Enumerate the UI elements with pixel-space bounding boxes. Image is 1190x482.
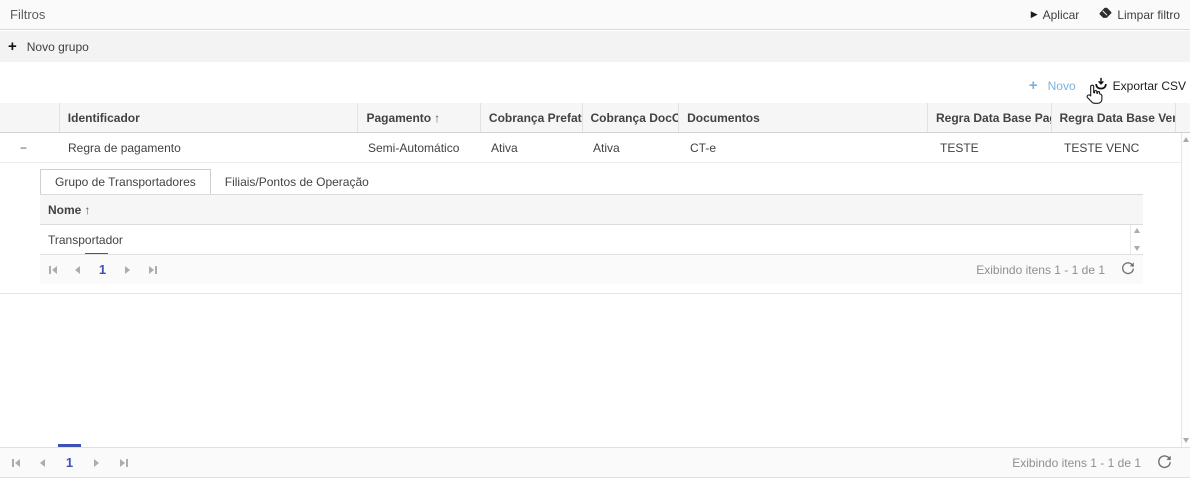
refresh-icon	[1157, 454, 1172, 472]
subgrid-pager: 1 Exibindo itens 1 - 1 de 1	[40, 254, 1143, 284]
payment-rules-grid: Identificador Pagamento↑ Cobrança Prefat…	[0, 103, 1190, 478]
subgrid-vertical-scrollbar[interactable]	[1130, 225, 1143, 254]
new-group-label: Novo grupo	[27, 40, 89, 54]
download-icon	[1094, 77, 1108, 94]
refresh-button[interactable]	[1157, 454, 1172, 472]
cell-documentos: CT-e	[682, 133, 932, 162]
filters-title: Filtros	[10, 7, 45, 22]
grid-pager: 1 Exibindo itens 1 - 1 de 1	[0, 447, 1190, 478]
collapse-row-button[interactable]: −	[0, 133, 60, 162]
cell-pagamento: Semi-Automático	[360, 133, 483, 162]
grid-header-row: Identificador Pagamento↑ Cobrança Prefat…	[0, 103, 1190, 133]
sort-asc-icon: ↑	[434, 111, 440, 125]
cell-cobranca-doccob: Ativa	[585, 133, 682, 162]
tab-filiais-pontos-de-operacao[interactable]: Filiais/Pontos de Operação	[211, 169, 383, 194]
column-header-expand	[0, 103, 60, 132]
sort-asc-icon: ↑	[84, 203, 90, 217]
plus-icon: +	[8, 39, 17, 54]
tab-grupo-de-transportadores[interactable]: Grupo de Transportadores	[40, 169, 211, 194]
column-header-documentos[interactable]: Documentos	[679, 103, 928, 132]
cell-cobranca-prefat: Ativa	[483, 133, 585, 162]
current-page[interactable]: 1	[56, 455, 83, 470]
filter-actions: ▶ Aplicar Limpar filtro	[1031, 7, 1180, 22]
clear-filter-label: Limpar filtro	[1117, 8, 1180, 22]
pager-status: Exibindo itens 1 - 1 de 1	[1012, 456, 1141, 470]
subgrid-body: Transportador	[40, 225, 1143, 254]
refresh-button[interactable]	[1121, 261, 1135, 278]
cell-identificador: Regra de pagamento	[60, 133, 360, 162]
last-page-button[interactable]	[110, 453, 137, 473]
group-band: + Novo grupo	[0, 31, 1190, 62]
tab-label: Filiais/Pontos de Operação	[225, 175, 369, 189]
new-record-label: Novo	[1048, 79, 1076, 93]
table-row[interactable]: − Regra de pagamento Semi-Automático Ati…	[0, 133, 1181, 163]
new-group-button[interactable]: + Novo grupo	[8, 39, 89, 54]
apply-filter-button[interactable]: ▶ Aplicar	[1031, 8, 1080, 22]
export-csv-button[interactable]: Exportar CSV	[1094, 77, 1186, 94]
column-header-regra-data-base-pagamento[interactable]: Regra Data Base Pagamento	[928, 103, 1051, 132]
column-header-regra-data-base-vencimento[interactable]: Regra Data Base Vencimento	[1052, 103, 1176, 132]
grid-vertical-scrollbar[interactable]	[1181, 133, 1190, 447]
next-page-button[interactable]	[115, 260, 140, 280]
column-header-nome[interactable]: Nome↑	[48, 203, 90, 217]
scroll-up-icon[interactable]	[1134, 228, 1140, 233]
refresh-icon	[1121, 261, 1135, 278]
filter-bar: Filtros ▶ Aplicar Limpar filtro	[0, 0, 1190, 30]
scroll-down-icon[interactable]	[1183, 438, 1189, 443]
column-header-cobranca-prefat[interactable]: Cobrança Prefat	[481, 103, 583, 132]
new-record-button[interactable]: + Novo	[1029, 78, 1076, 93]
column-header-pagamento[interactable]: Pagamento↑	[358, 103, 480, 132]
column-header-cobranca-doccob[interactable]: Cobrança DocCob	[583, 103, 680, 132]
cell-regra-data-base-vencimento: TESTE VENC	[1056, 133, 1181, 162]
previous-page-button[interactable]	[29, 453, 56, 473]
previous-page-button[interactable]	[65, 260, 90, 280]
payment-rules-page: Filtros ▶ Aplicar Limpar filtro + Novo g…	[0, 0, 1190, 482]
detail-tabs: Grupo de Transportadores Filiais/Pontos …	[40, 169, 383, 194]
pager-status: Exibindo itens 1 - 1 de 1	[976, 263, 1105, 277]
first-page-button[interactable]	[2, 453, 29, 473]
header-filler	[1176, 103, 1190, 132]
list-item[interactable]: Transportador	[40, 225, 1143, 247]
play-icon: ▶	[1031, 9, 1038, 20]
subgrid-header-row: Nome↑	[40, 195, 1143, 225]
export-csv-label: Exportar CSV	[1113, 79, 1186, 93]
detail-row: Grupo de Transportadores Filiais/Pontos …	[0, 163, 1181, 294]
next-page-button[interactable]	[83, 453, 110, 473]
last-page-button[interactable]	[140, 260, 165, 280]
clear-filter-button[interactable]: Limpar filtro	[1099, 7, 1180, 22]
eraser-icon	[1099, 7, 1112, 22]
transporter-group-subgrid: Nome↑ Transportador 1	[40, 194, 1143, 284]
plus-icon: +	[1029, 78, 1038, 93]
tab-label: Grupo de Transportadores	[55, 175, 196, 189]
scroll-up-icon[interactable]	[1183, 137, 1189, 142]
current-page[interactable]: 1	[90, 262, 115, 277]
grid-toolbar: + Novo Exportar CSV	[1029, 77, 1186, 94]
apply-filter-label: Aplicar	[1043, 8, 1080, 22]
scroll-down-icon[interactable]	[1134, 246, 1140, 251]
first-page-button[interactable]	[40, 260, 65, 280]
column-header-identificador[interactable]: Identificador	[60, 103, 359, 132]
cell-regra-data-base-pagamento: TESTE	[932, 133, 1056, 162]
